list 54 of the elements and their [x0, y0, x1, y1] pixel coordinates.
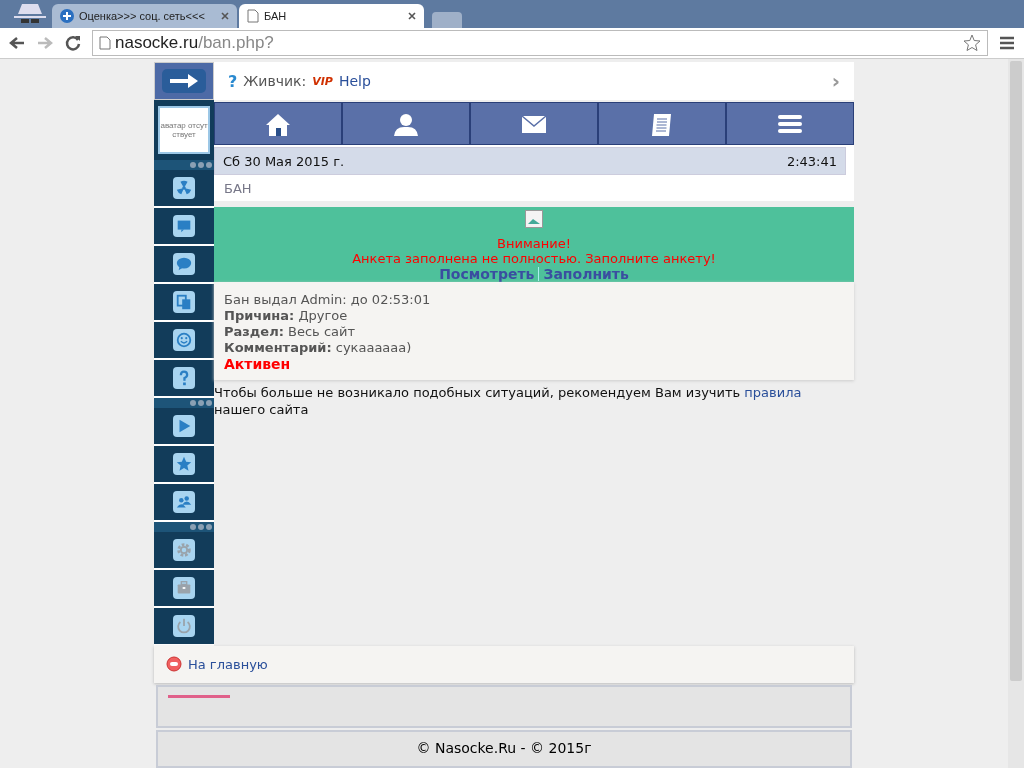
- ban-field: Причина: Другое: [224, 308, 844, 323]
- scroll-button[interactable]: [598, 102, 726, 145]
- message-icon[interactable]: [173, 215, 195, 237]
- menu-icon[interactable]: [998, 34, 1016, 52]
- chat-icon[interactable]: [173, 253, 195, 275]
- dots-icon: [154, 160, 214, 170]
- broken-image-icon: [525, 210, 543, 228]
- avatar-placeholder[interactable]: аватар отсутствует: [158, 106, 210, 154]
- mail-button[interactable]: [470, 102, 598, 145]
- alert-message: Анкета заполнена не полностью. Заполните анкету!: [352, 251, 716, 266]
- case-icon[interactable]: [173, 577, 195, 599]
- home-link[interactable]: На главную: [188, 656, 268, 672]
- menu-button[interactable]: [726, 102, 854, 145]
- date: Сб 30 Мая 2015 г.: [223, 153, 345, 169]
- page-icon: [247, 9, 259, 23]
- page-title: БАН: [224, 180, 252, 196]
- back-icon[interactable]: [8, 34, 26, 52]
- arrow-button[interactable]: [154, 62, 214, 100]
- ban-issuer: Бан выдал Admin: до 02:53:01: [224, 292, 432, 307]
- dots-icon: [154, 522, 214, 532]
- vip-label: VIP: [312, 74, 333, 88]
- decorative-line: [168, 694, 230, 698]
- copyright: © Nasocke.Ru - © 2015г: [416, 740, 592, 759]
- radiation-icon[interactable]: [173, 177, 195, 199]
- person-button[interactable]: [342, 102, 470, 145]
- dots-icon: [154, 398, 214, 408]
- alert-title: Внимание!: [497, 236, 571, 251]
- ban-status: Активен: [224, 356, 292, 372]
- play-icon[interactable]: [173, 415, 195, 437]
- help-icon[interactable]: [173, 367, 195, 389]
- notice-text: Чтобы больше не возникало подобных ситуаций, рекомендуем Вам изучить правила нашего сайта: [214, 384, 803, 418]
- user-name: Живчик:: [243, 73, 307, 89]
- question-mark: ?: [228, 71, 238, 91]
- ban-field: Комментарий: сукаааааа): [224, 340, 844, 355]
- forward-icon[interactable]: [36, 34, 54, 52]
- browser-tab[interactable]: БАН: [239, 4, 424, 28]
- people-icon[interactable]: [173, 491, 195, 513]
- help-link[interactable]: Help: [338, 73, 371, 89]
- reload-icon[interactable]: [64, 34, 82, 52]
- home-button[interactable]: [214, 102, 342, 145]
- address-bar[interactable]: nasocke.ru/ban.php?: [92, 30, 988, 56]
- ban-field: Раздел: Весь сайт: [224, 324, 844, 339]
- scrollbar[interactable]: [1008, 59, 1024, 768]
- browser-tab[interactable]: Оценка>>> соц. сеть<<<: [52, 4, 237, 28]
- close-icon[interactable]: [221, 12, 229, 20]
- close-icon[interactable]: [408, 12, 416, 20]
- rules-link[interactable]: правила: [744, 385, 802, 400]
- time: 2:43:41: [786, 153, 837, 169]
- gear-icon[interactable]: [173, 539, 195, 561]
- copy-icon[interactable]: [173, 291, 195, 313]
- star-icon[interactable]: [963, 34, 981, 52]
- page-icon: [99, 36, 111, 50]
- power-icon[interactable]: [173, 615, 195, 637]
- smile-icon[interactable]: [173, 329, 195, 351]
